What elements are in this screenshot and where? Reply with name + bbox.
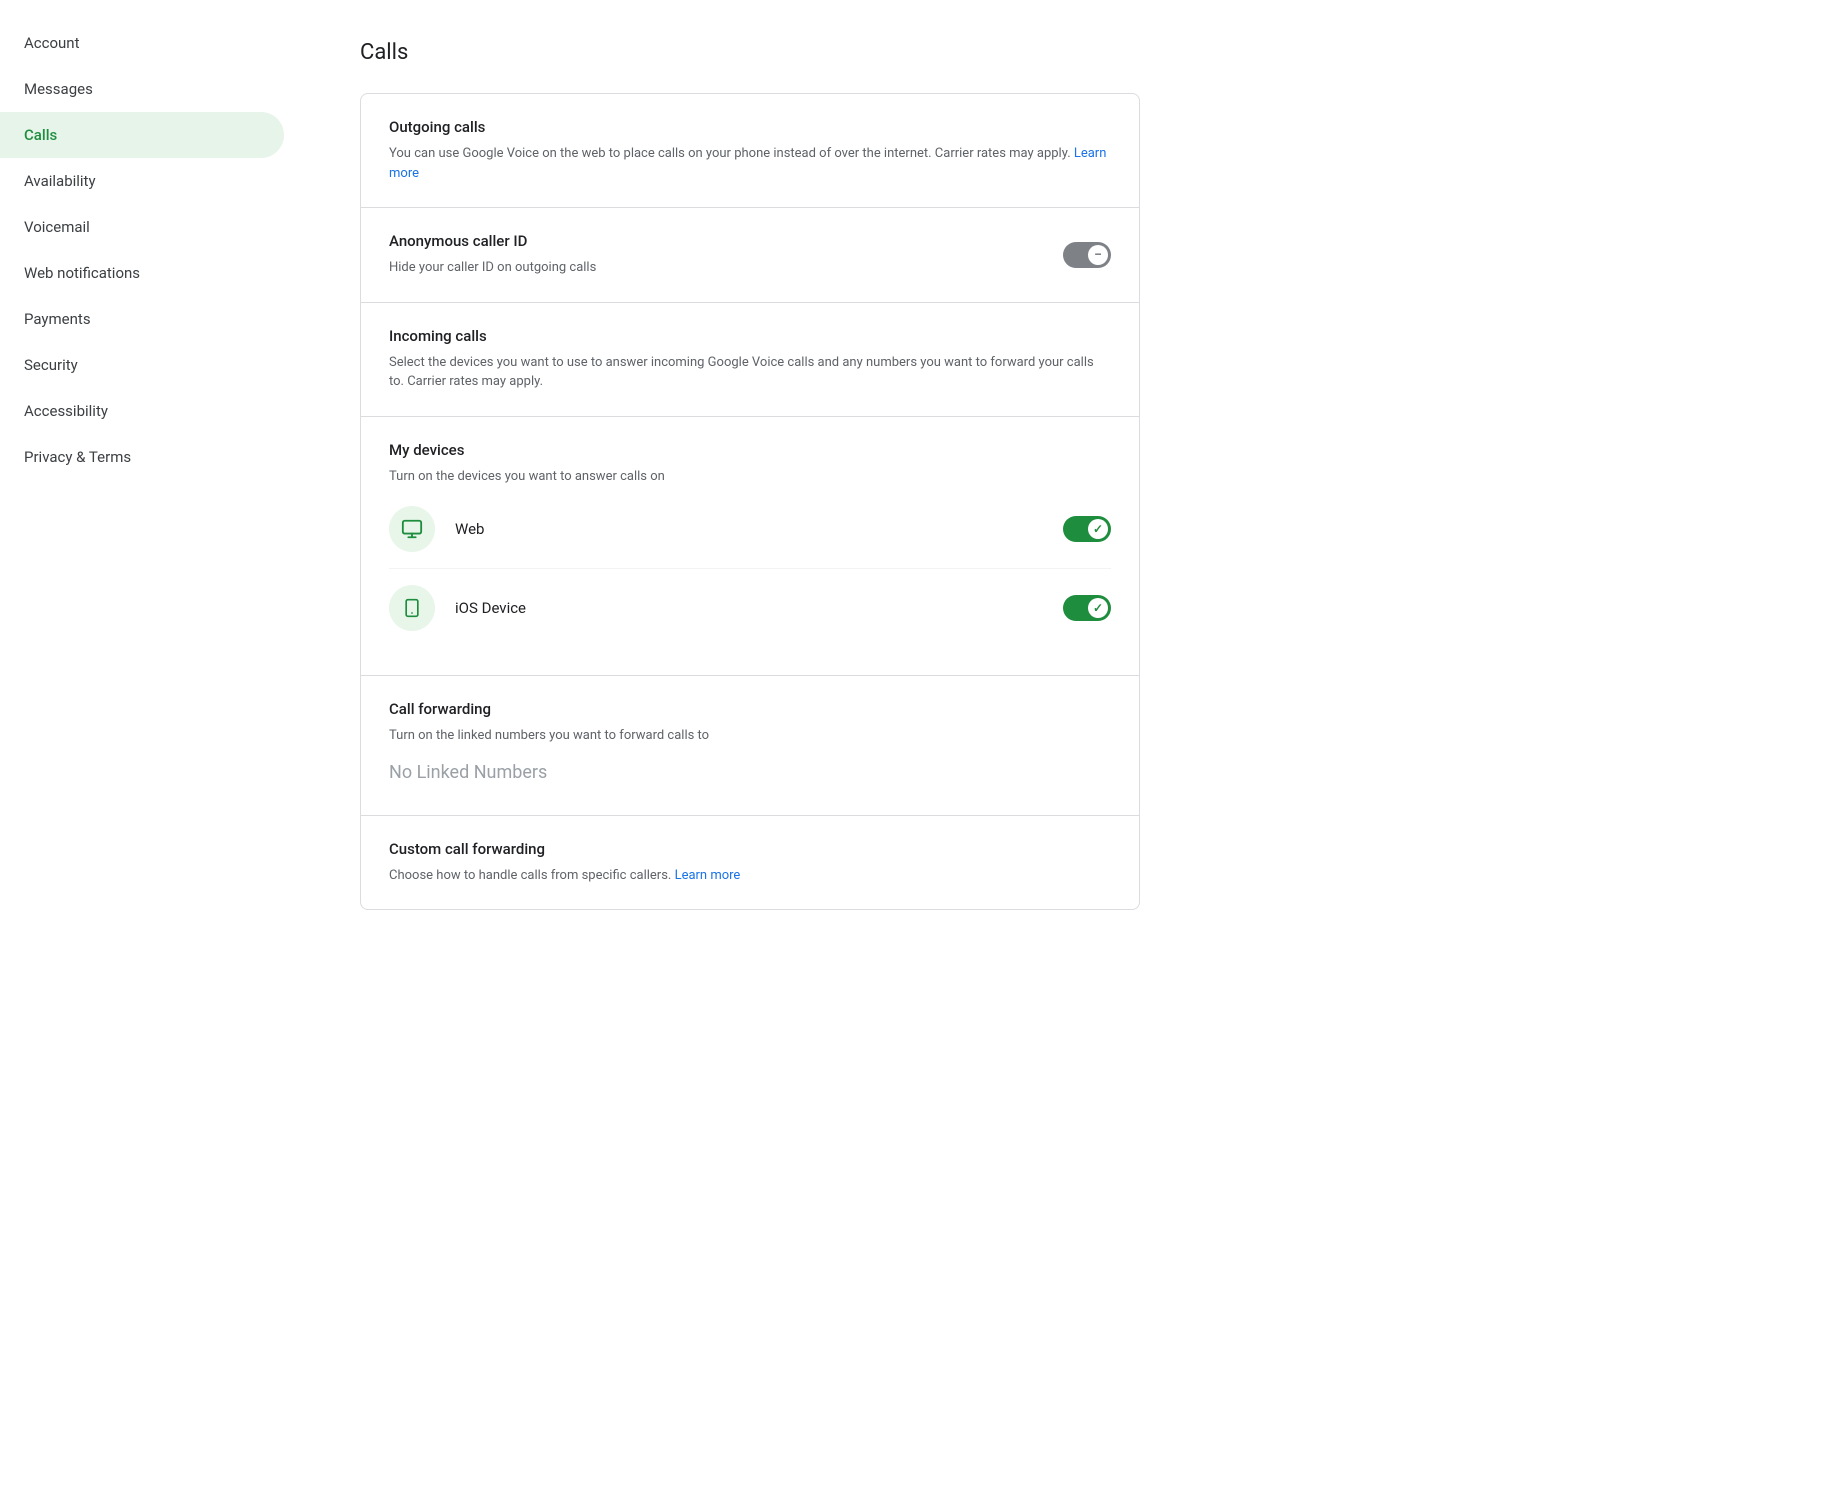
sidebar-item-availability[interactable]: Availability [0,158,284,204]
section-anonymous-caller-id: Anonymous caller ID Hide your caller ID … [361,208,1139,303]
section-title-outgoing-calls: Outgoing calls [389,118,1111,136]
sidebar-item-voicemail[interactable]: Voicemail [0,204,284,250]
section-desc-anonymous-caller-id: Hide your caller ID on outgoing calls [389,258,1063,278]
device-row-web: Web [389,494,1111,564]
section-my-devices: My devices Turn on the devices you want … [361,417,1139,677]
section-call-forwarding: Call forwarding Turn on the linked numbe… [361,676,1139,816]
toggle-track-web[interactable] [1063,516,1111,542]
no-linked-numbers: No Linked Numbers [389,746,1111,791]
toggle-track-ios-device[interactable] [1063,595,1111,621]
sidebar-item-accessibility[interactable]: Accessibility [0,388,284,434]
section-incoming-calls: Incoming calls Select the devices you wa… [361,303,1139,417]
section-outgoing-calls: Outgoing calls You can use Google Voice … [361,94,1139,208]
learn-more-link-custom-call-forwarding[interactable]: Learn more [675,868,741,883]
device-row-ios-device: iOS Device [389,568,1111,643]
device-name-web: Web [455,520,1063,538]
section-title-call-forwarding: Call forwarding [389,700,1111,718]
sidebar-item-calls[interactable]: Calls [0,112,284,158]
sidebar-item-security[interactable]: Security [0,342,284,388]
sidebar-item-account[interactable]: Account [0,20,284,66]
sidebar-item-privacy-terms[interactable]: Privacy & Terms [0,434,284,480]
section-desc-custom-call-forwarding: Choose how to handle calls from specific… [389,866,1111,886]
sidebar-item-payments[interactable]: Payments [0,296,284,342]
page-title: Calls [360,40,1140,65]
section-desc-my-devices: Turn on the devices you want to answer c… [389,467,1111,487]
toggle-thumb-anonymous-caller-id [1088,245,1108,265]
sidebar-item-messages[interactable]: Messages [0,66,284,112]
section-desc-outgoing-calls: You can use Google Voice on the web to p… [389,144,1111,183]
device-icon-ios-device [389,585,435,631]
section-desc-call-forwarding: Turn on the linked numbers you want to f… [389,726,1111,746]
sidebar: AccountMessagesCallsAvailabilityVoicemai… [0,0,300,1495]
toggle-thumb-ios-device [1088,598,1108,618]
section-title-anonymous-caller-id: Anonymous caller ID [389,232,1063,250]
device-name-ios-device: iOS Device [455,599,1063,617]
device-icon-web [389,506,435,552]
section-title-incoming-calls: Incoming calls [389,327,1111,345]
toggle-row-anonymous-caller-id: Anonymous caller ID Hide your caller ID … [389,232,1111,278]
section-title-my-devices: My devices [389,441,1111,459]
sidebar-item-web-notifications[interactable]: Web notifications [0,250,284,296]
toggle-ios-device[interactable] [1063,595,1111,621]
section-custom-call-forwarding: Custom call forwarding Choose how to han… [361,816,1139,910]
section-title-custom-call-forwarding: Custom call forwarding [389,840,1111,858]
learn-more-link-outgoing-calls[interactable]: Learn more [389,146,1106,181]
toggle-track-anonymous-caller-id[interactable] [1063,242,1111,268]
calls-card: Outgoing calls You can use Google Voice … [360,93,1140,910]
section-desc-incoming-calls: Select the devices you want to use to an… [389,353,1111,392]
toggle-web[interactable] [1063,516,1111,542]
device-rows: Web iOS Device [389,486,1111,651]
toggle-anonymous-caller-id[interactable] [1063,242,1111,268]
main-content: Calls Outgoing calls You can use Google … [300,0,1200,1495]
toggle-thumb-web [1088,519,1108,539]
